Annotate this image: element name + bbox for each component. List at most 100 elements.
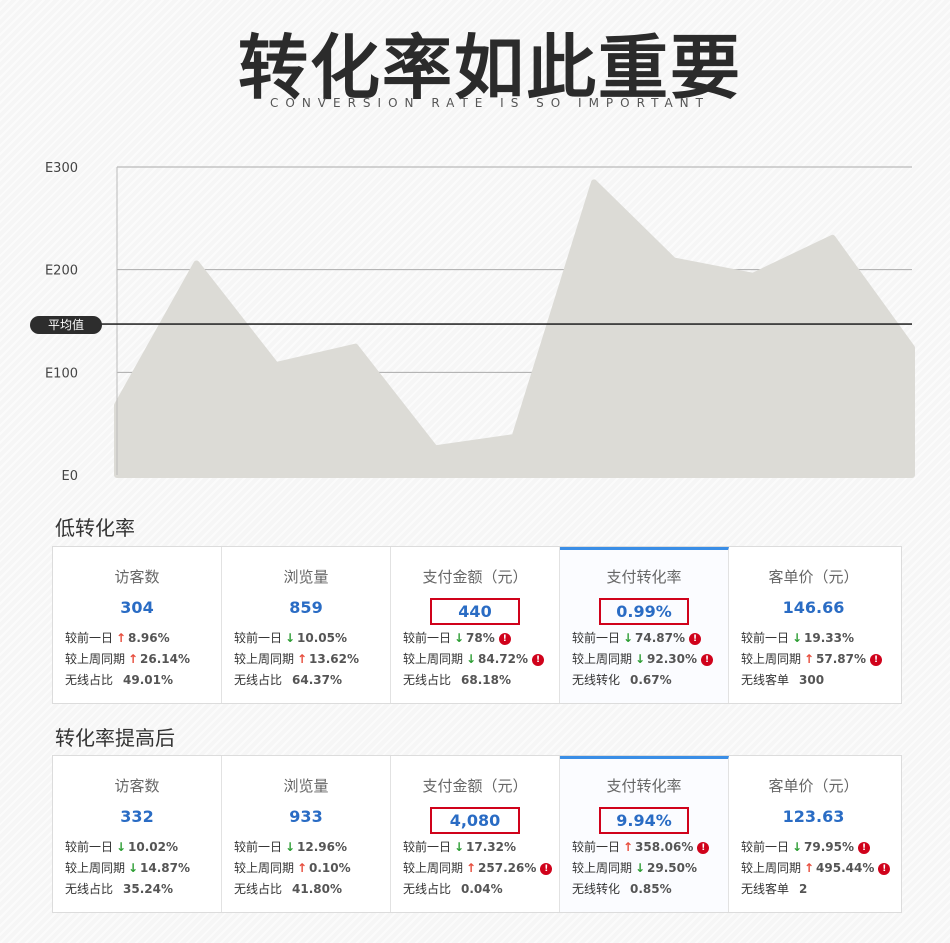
stat-row: 较前一日 ↓ 79.95%! (741, 837, 894, 858)
stat-label: 较前一日 (234, 631, 283, 645)
stat-value: 8.96% (128, 631, 170, 645)
stat-value: 2 (799, 882, 808, 896)
warning-icon: ! (540, 862, 553, 875)
stat-row: 无线客单 2 (741, 879, 894, 900)
stat-label: 较上周同期 (741, 652, 802, 666)
section-title-low: 低转化率 (55, 516, 135, 540)
metric-title: 支付金额（元） (422, 568, 528, 586)
arrow-down-icon: ↓ (285, 631, 296, 645)
metric-stats: 较前一日 ↓ 74.87%! 较上周同期 ↓ 92.30%! 无线转化 0.67% (572, 628, 724, 691)
arrow-up-icon: ↑ (128, 652, 139, 666)
arrow-down-icon: ↓ (792, 840, 803, 854)
stat-value: 0.67% (630, 673, 672, 687)
metric-title: 支付金额（元） (422, 777, 528, 795)
arrow-up-icon: ↑ (804, 652, 815, 666)
metric-value-wrap: 933 (222, 807, 390, 826)
metric-value: 440 (430, 598, 520, 625)
arrow-down-icon: ↓ (792, 631, 803, 645)
metric-value: 933 (289, 807, 323, 826)
metric-stats: 较前一日 ↑ 8.96% 较上周同期 ↑ 26.14% 无线占比 49.01% (65, 628, 217, 691)
stat-label: 较前一日 (403, 631, 452, 645)
stat-row: 较上周同期 ↓ 84.72%! (403, 649, 555, 670)
arrow-down-icon: ↓ (454, 631, 465, 645)
arrow-down-icon: ↓ (454, 840, 465, 854)
stat-value: 0.04% (461, 882, 503, 896)
stat-label: 较前一日 (65, 840, 114, 854)
stat-value: 12.96% (297, 840, 347, 854)
stat-row: 较上周同期 ↑ 26.14% (65, 649, 217, 670)
stat-row: 无线占比 49.01% (65, 670, 217, 691)
stat-value: 57.87% (816, 652, 866, 666)
stat-row: 无线占比 35.24% (65, 879, 217, 900)
metric-stats: 较前一日 ↓ 78%! 较上周同期 ↓ 84.72%! 无线占比 68.18% (403, 628, 555, 691)
stat-value: 14.87% (140, 861, 190, 875)
stat-label: 较上周同期 (65, 652, 126, 666)
metric-value: 123.63 (782, 807, 845, 826)
warning-icon: ! (697, 841, 710, 854)
metric-title: 浏览量 (283, 777, 329, 795)
metric-card: 支付转化率 0.99% 较前一日 ↓ 74.87%! 较上周同期 ↓ 92.30%! 无线转化 0… (560, 547, 729, 703)
metric-stats: 较前一日 ↓ 10.05% 较上周同期 ↑ 13.62% 无线占比 64.37% (234, 628, 386, 691)
stat-value: 49.01% (123, 673, 173, 687)
arrow-down-icon: ↓ (285, 840, 296, 854)
stat-row: 较上周同期 ↑ 57.87%! (741, 649, 894, 670)
stat-value: 64.37% (292, 673, 342, 687)
metric-card: 支付金额（元） 4,080 较前一日 ↓ 17.32% 较上周同期 ↑ 257.26%! 无线占… (391, 756, 560, 912)
stat-label: 较前一日 (403, 840, 452, 854)
area-chart: E0 E100 E200 E300 (45, 161, 915, 484)
stat-value: 68.18% (461, 673, 511, 687)
metric-value-wrap: 332 (53, 807, 221, 826)
stat-value: 19.33% (804, 631, 854, 645)
stat-row: 较前一日 ↓ 78%! (403, 628, 555, 649)
stat-value: 257.26% (478, 861, 537, 875)
stat-value: 0.85% (630, 882, 672, 896)
stat-label: 较前一日 (572, 840, 621, 854)
y-tick-label: E300 (45, 161, 78, 176)
area-series (114, 179, 915, 478)
metric-value: 332 (120, 807, 154, 826)
metric-stats: 较前一日 ↓ 79.95%! 较上周同期 ↑ 495.44%! 无线客单 2 (741, 837, 894, 900)
stat-label: 较前一日 (741, 840, 790, 854)
stat-value: 358.06% (635, 840, 694, 854)
metric-stats: 较前一日 ↓ 10.02% 较上周同期 ↓ 14.87% 无线占比 35.24% (65, 837, 217, 900)
section-title-improved: 转化率提高后 (55, 726, 175, 750)
metric-card: 客单价（元） 146.66 较前一日 ↓ 19.33% 较上周同期 ↑ 57.87%! 无线客单… (729, 547, 898, 703)
stat-label: 无线客单 (741, 882, 790, 896)
stat-row: 较上周同期 ↓ 14.87% (65, 858, 217, 879)
stat-row: 较上周同期 ↓ 29.50% (572, 858, 724, 879)
stat-row: 较前一日 ↓ 12.96% (234, 837, 386, 858)
stat-label: 较上周同期 (741, 861, 802, 875)
metric-value-wrap: 146.66 (729, 598, 898, 617)
metric-card: 访客数 304 较前一日 ↑ 8.96% 较上周同期 ↑ 26.14% 无线占比 49.01% (53, 547, 222, 703)
metric-stats: 较前一日 ↑ 358.06%! 较上周同期 ↓ 29.50% 无线转化 0.85% (572, 837, 724, 900)
stat-label: 无线转化 (572, 882, 621, 896)
stat-value: 10.02% (128, 840, 178, 854)
stat-row: 较前一日 ↓ 10.05% (234, 628, 386, 649)
stat-value: 78% (466, 631, 495, 645)
stat-row: 较前一日 ↑ 358.06%! (572, 837, 724, 858)
arrow-down-icon: ↓ (623, 631, 634, 645)
stat-value: 74.87% (635, 631, 685, 645)
metric-title: 访客数 (114, 777, 160, 795)
stat-value: 79.95% (804, 840, 854, 854)
stat-label: 较上周同期 (403, 861, 464, 875)
stat-value: 300 (799, 673, 825, 687)
stat-row: 较前一日 ↓ 10.02% (65, 837, 217, 858)
metric-title: 支付转化率 (606, 777, 682, 795)
stat-label: 较前一日 (234, 840, 283, 854)
metric-stats: 较前一日 ↓ 19.33% 较上周同期 ↑ 57.87%! 无线客单 300 (741, 628, 894, 691)
arrow-down-icon: ↓ (466, 652, 477, 666)
stat-value: 17.32% (466, 840, 516, 854)
arrow-down-icon: ↓ (116, 840, 127, 854)
metric-stats: 较前一日 ↓ 12.96% 较上周同期 ↑ 0.10% 无线占比 41.80% (234, 837, 386, 900)
metric-title: 客单价（元） (768, 777, 859, 795)
stat-row: 较前一日 ↑ 8.96% (65, 628, 217, 649)
metric-value-wrap: 123.63 (729, 807, 898, 826)
metric-value: 859 (289, 598, 323, 617)
stat-label: 较前一日 (741, 631, 790, 645)
metric-value: 146.66 (782, 598, 845, 617)
stat-value: 35.24% (123, 882, 173, 896)
stat-value: 84.72% (478, 652, 528, 666)
stat-value: 41.80% (292, 882, 342, 896)
stat-row: 无线占比 68.18% (403, 670, 555, 691)
